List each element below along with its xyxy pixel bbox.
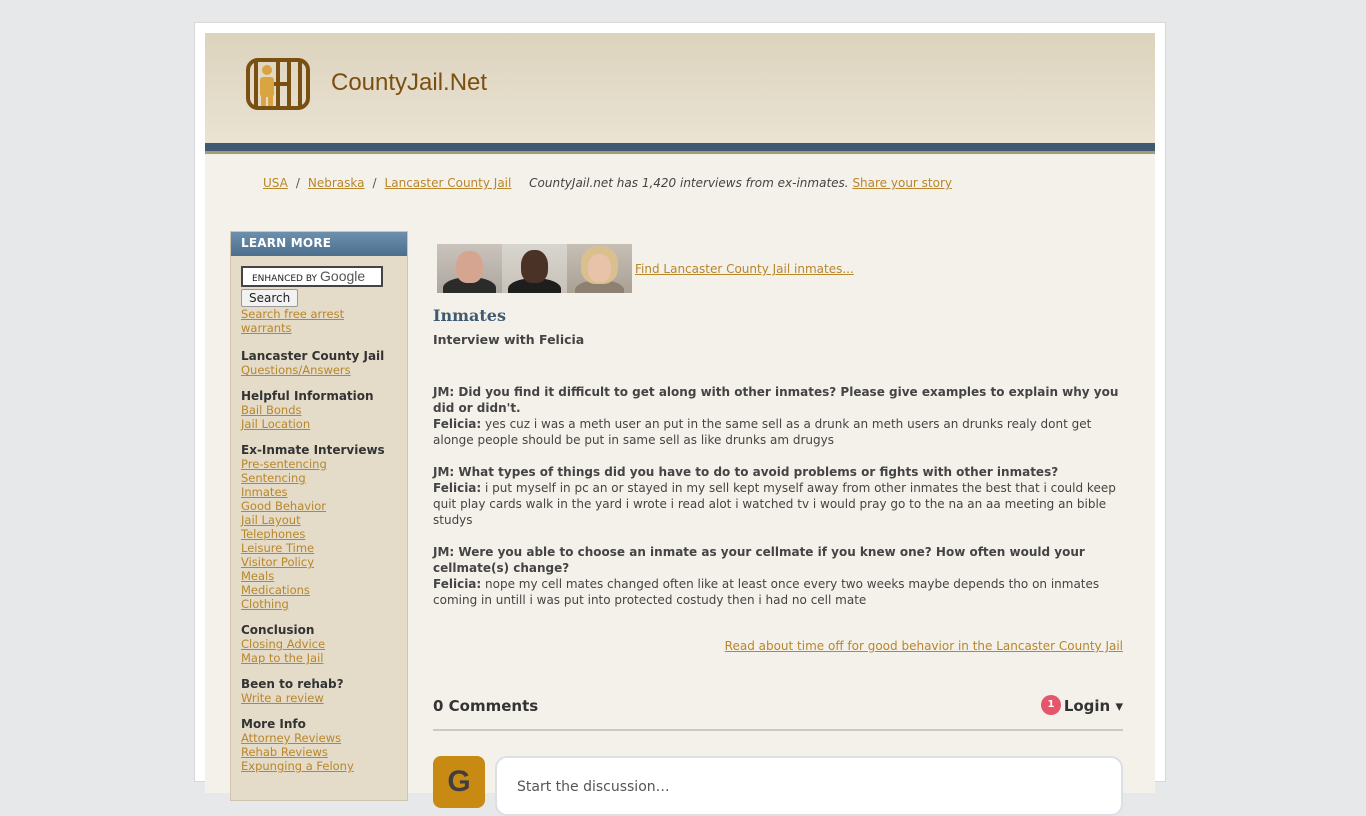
sidebar-link-medications[interactable]: Medications <box>241 583 397 597</box>
good-behavior-link[interactable]: Read about time off for good behavior in… <box>725 639 1123 653</box>
sidebar-section-rehab: Been to rehab? Write a review <box>241 677 397 705</box>
sidebar-link-attorney-reviews[interactable]: Attorney Reviews <box>241 731 397 745</box>
qa-block: JM: Did you find it difficult to get alo… <box>433 384 1123 448</box>
sidebar-section-jail: Lancaster County Jail Questions/Answers <box>241 349 397 377</box>
sidebar-link-sentencing[interactable]: Sentencing <box>241 471 397 485</box>
sidebar-link-meals[interactable]: Meals <box>241 569 397 583</box>
answer-text: yes cuz i was a meth user an put in the … <box>433 417 1092 447</box>
breadcrumb-separator: / <box>372 176 377 190</box>
sidebar-link-clothing[interactable]: Clothing <box>241 597 397 611</box>
sidebar-section-more-info: More Info Attorney Reviews Rehab Reviews… <box>241 717 397 773</box>
answer-speaker: Felicia: <box>433 481 482 495</box>
interview-count: CountyJail.net has 1,420 interviews from… <box>529 176 849 190</box>
sidebar-section-title: Been to rehab? <box>241 677 344 691</box>
sidebar-section-conclusion: Conclusion Closing Advice Map to the Jai… <box>241 623 397 665</box>
search-enhanced-label: ENHANCED BY <box>252 274 318 284</box>
mugshot-strip[interactable] <box>437 244 632 293</box>
header-band-accent <box>205 151 1155 154</box>
sidebar-link-closing-advice[interactable]: Closing Advice <box>241 637 397 651</box>
notification-badge[interactable]: 1 <box>1041 695 1061 715</box>
breadcrumb-lancaster[interactable]: Lancaster County Jail <box>385 176 512 190</box>
page-frame: CountyJail.Net USA / Nebraska / Lancaster Co… <box>194 22 1166 816</box>
sidebar-link-inmates[interactable]: Inmates <box>241 485 397 499</box>
site-name[interactable]: CountyJail.Net <box>331 69 487 97</box>
share-story-link[interactable]: Share your story <box>852 176 952 190</box>
answer-speaker: Felicia: <box>433 417 482 431</box>
breadcrumb-nebraska[interactable]: Nebraska <box>308 176 365 190</box>
sidebar-section-title: Lancaster County Jail <box>241 349 385 363</box>
sidebar-section-helpful: Helpful Information Bail Bonds Jail Loca… <box>241 389 397 431</box>
page-content: CountyJail.Net USA / Nebraska / Lancaster Co… <box>205 33 1155 816</box>
sidebar-link-map[interactable]: Map to the Jail <box>241 651 397 665</box>
qa-block: JM: What types of things did you have to… <box>433 464 1123 528</box>
sidebar: LEARN MORE ENHANCED BY Google Search Sear… <box>230 231 408 801</box>
answer-speaker: Felicia: <box>433 577 482 591</box>
sidebar-link-visitor-policy[interactable]: Visitor Policy <box>241 555 397 569</box>
sidebar-link-questions[interactable]: Questions/Answers <box>241 363 397 377</box>
sidebar-section-interviews: Ex-Inmate Interviews Pre-sentencing Sent… <box>241 443 397 611</box>
interview-title: Interview with Felicia <box>433 332 585 347</box>
sidebar-link-rehab-reviews[interactable]: Rehab Reviews <box>241 745 397 759</box>
page-title: Inmates <box>433 306 506 325</box>
sidebar-link-telephones[interactable]: Telephones <box>241 527 397 541</box>
breadcrumb-usa[interactable]: USA <box>263 176 288 190</box>
sidebar-link-write-review[interactable]: Write a review <box>241 691 397 705</box>
breadcrumb: USA / Nebraska / Lancaster County Jail Count… <box>263 176 952 190</box>
sidebar-link-jail-location[interactable]: Jail Location <box>241 417 397 431</box>
sidebar-header: LEARN MORE <box>231 232 407 256</box>
warrants-link[interactable]: Search free arrest warrants <box>241 307 397 335</box>
breadcrumb-separator: / <box>295 176 300 190</box>
qa-block: JM: Were you able to choose an inmate as… <box>433 544 1123 608</box>
sidebar-link-jail-layout[interactable]: Jail Layout <box>241 513 397 527</box>
find-inmates-link[interactable]: Find Lancaster County Jail inmates... <box>635 262 854 276</box>
login-dropdown[interactable]: Login ▾ <box>1064 697 1123 715</box>
mugshot-image[interactable] <box>437 244 502 293</box>
sidebar-link-expunging[interactable]: Expunging a Felony <box>241 759 397 773</box>
question-text: JM: Did you find it difficult to get alo… <box>433 385 1119 415</box>
google-logo: Google <box>320 268 366 284</box>
jail-logo-icon[interactable] <box>246 58 310 110</box>
sidebar-section-title: Ex-Inmate Interviews <box>241 443 385 457</box>
comments-header: 0 Comments 1 Login ▾ <box>433 695 1123 731</box>
comment-count: 0 Comments <box>433 697 539 715</box>
sidebar-link-good-behavior[interactable]: Good Behavior <box>241 499 397 513</box>
sidebar-link-leisure-time[interactable]: Leisure Time <box>241 541 397 555</box>
sidebar-link-pre-sentencing[interactable]: Pre-sentencing <box>241 457 397 471</box>
sidebar-link-bail-bonds[interactable]: Bail Bonds <box>241 403 397 417</box>
sidebar-section-title: Helpful Information <box>241 389 374 403</box>
mugshot-image[interactable] <box>502 244 567 293</box>
header-band <box>205 143 1155 151</box>
avatar: G <box>433 756 485 808</box>
mugshot-image[interactable] <box>567 244 632 293</box>
answer-text: nope my cell mates changed often like at… <box>433 577 1100 607</box>
site-header: CountyJail.Net <box>205 33 1155 143</box>
sidebar-section-title: More Info <box>241 717 306 731</box>
search-button[interactable]: Search <box>241 289 299 307</box>
search-input[interactable]: ENHANCED BY Google <box>241 266 383 287</box>
comment-input[interactable]: Start the discussion… <box>495 756 1123 816</box>
answer-text: i put myself in pc an or stayed in my se… <box>433 481 1116 527</box>
sidebar-section-title: Conclusion <box>241 623 315 637</box>
question-text: JM: Were you able to choose an inmate as… <box>433 545 1085 575</box>
question-text: JM: What types of things did you have to… <box>433 465 1059 479</box>
